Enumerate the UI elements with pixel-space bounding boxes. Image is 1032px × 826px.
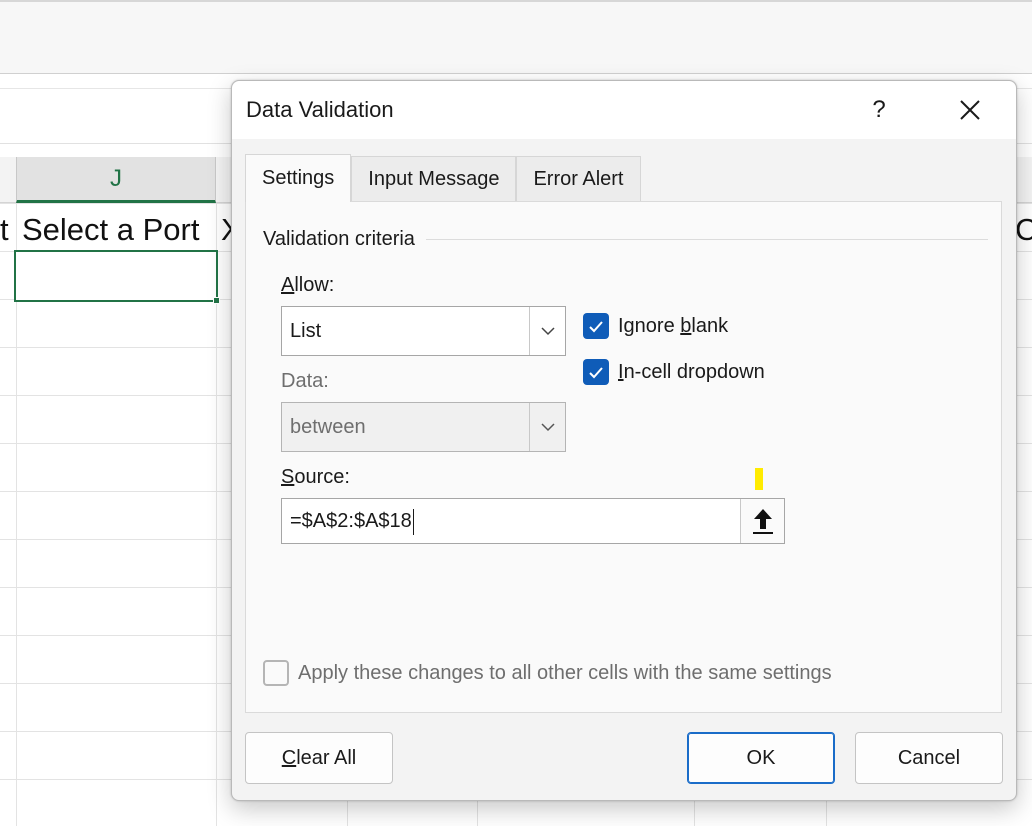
cell-i1-text[interactable]: t — [0, 207, 14, 253]
tab-settings[interactable]: Settings — [245, 154, 352, 202]
tab-input-message[interactable]: Input Message — [351, 156, 517, 202]
text-caret — [413, 509, 414, 535]
source-input[interactable]: =$A$2:$A$18 — [281, 498, 785, 544]
allow-label: Allow: — [281, 274, 335, 296]
up-arrow-icon — [752, 509, 773, 534]
chevron-down-icon — [529, 403, 565, 451]
close-icon — [960, 100, 980, 120]
tab-strip: Settings Input Message Error Alert — [245, 154, 641, 202]
settings-panel: Validation criteria Allow: List Data: be… — [245, 201, 1002, 713]
source-input-value: =$A$2:$A$18 — [290, 510, 412, 532]
in-cell-dropdown-label: In-cell dropdown — [618, 360, 765, 383]
apply-all-checkbox[interactable]: Apply these changes to all other cells w… — [263, 660, 832, 686]
dialog-title: Data Validation — [246, 97, 394, 122]
close-button[interactable] — [950, 91, 990, 129]
ribbon-area — [0, 0, 1032, 74]
selected-cell-j2[interactable] — [14, 250, 220, 304]
clear-all-button[interactable]: Clear All — [245, 732, 393, 784]
highlight-marker — [755, 468, 763, 490]
fill-handle[interactable] — [213, 297, 220, 304]
group-divider — [426, 239, 988, 240]
ignore-blank-label: Ignore blank — [618, 314, 729, 337]
column-header-j[interactable]: J — [16, 157, 216, 203]
tab-error-alert[interactable]: Error Alert — [516, 156, 641, 202]
checkbox-checked-icon[interactable] — [583, 359, 609, 385]
in-cell-dropdown-checkbox[interactable]: In-cell dropdown — [583, 359, 765, 385]
data-select-value: between — [290, 416, 366, 438]
cell-j1-text[interactable]: Select a Port — [22, 207, 216, 253]
help-button[interactable]: ? — [862, 91, 896, 129]
data-label: Data: — [281, 370, 329, 392]
allow-select[interactable]: List — [281, 306, 566, 356]
checkbox-unchecked-icon[interactable] — [263, 660, 289, 686]
allow-select-value: List — [290, 320, 322, 342]
cell-far-right-text[interactable]: C — [1015, 207, 1032, 253]
checkbox-checked-icon[interactable] — [583, 313, 609, 339]
apply-all-label: Apply these changes to all other cells w… — [298, 661, 832, 684]
collapse-dialog-button[interactable] — [740, 499, 784, 543]
cancel-button[interactable]: Cancel — [855, 732, 1003, 784]
ignore-blank-checkbox[interactable]: Ignore blank — [583, 313, 728, 339]
data-validation-dialog: Data Validation ? Settings Input Message… — [231, 80, 1017, 801]
dialog-titlebar: Data Validation ? — [232, 81, 1016, 139]
chevron-down-icon[interactable] — [529, 307, 565, 355]
ok-button[interactable]: OK — [687, 732, 835, 784]
validation-criteria-label: Validation criteria — [263, 228, 421, 251]
data-select: between — [281, 402, 566, 452]
source-label: Source: — [281, 466, 350, 488]
